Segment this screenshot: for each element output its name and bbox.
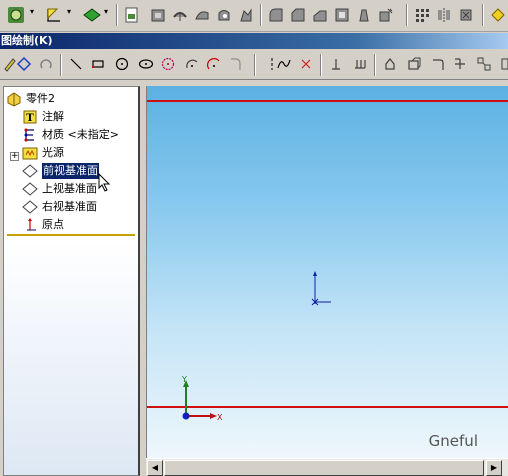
toolbar-overflow-icon[interactable]	[496, 54, 508, 74]
tree-item-label: 光源	[42, 146, 64, 159]
relation-icon[interactable]	[326, 54, 346, 74]
display-relations-icon[interactable]	[350, 54, 370, 74]
plane-icon	[22, 182, 38, 196]
chevron-down-icon[interactable]: ▾	[30, 8, 34, 16]
tree-root-label: 零件2	[26, 92, 55, 105]
plane-icon	[22, 164, 38, 178]
line-icon[interactable]	[66, 54, 86, 74]
window-title: 图绘制(K)	[0, 33, 508, 49]
smart-dimension-icon[interactable]	[14, 54, 34, 74]
svg-text:T: T	[26, 113, 34, 124]
material-icon	[24, 128, 34, 142]
convert-icon[interactable]	[404, 54, 424, 74]
lighting-icon	[22, 147, 38, 160]
arc-icon[interactable]	[182, 54, 202, 74]
scroll-thumb[interactable]	[164, 460, 484, 476]
tree-item-label: 注解	[42, 110, 64, 123]
cut-icon[interactable]	[236, 5, 256, 25]
tree-rollback-bar[interactable]	[7, 234, 135, 236]
sketch-toolbar	[0, 50, 508, 80]
feature-manager-tree: 零件2 T 注解 材质 <未指定> + 光源 前视基准面 上视基准面 右视基准面	[3, 86, 140, 476]
scroll-left-button[interactable]: ◀	[147, 460, 163, 476]
tree-item-label: 上视基准面	[42, 182, 97, 195]
tangent-arc-icon[interactable]	[204, 54, 224, 74]
application-window: ▾ ▾ ▾ 图绘制(K) 零件2 T 注解 材质 <未指定> + 光源 前视基准…	[0, 0, 508, 476]
horizontal-scrollbar[interactable]: ◀ ▶	[146, 458, 508, 476]
revolve-icon[interactable]	[170, 5, 190, 25]
tree-item-label: 右视基准面	[42, 200, 97, 213]
more-icon[interactable]	[488, 5, 508, 25]
ellipse-icon[interactable]	[136, 54, 156, 74]
part-icon	[7, 92, 21, 107]
mirror-entities-icon[interactable]	[428, 54, 448, 74]
shell-icon[interactable]	[332, 5, 352, 25]
polygon-icon[interactable]	[158, 54, 178, 74]
mirror-icon[interactable]	[434, 5, 454, 25]
hole-icon[interactable]	[376, 5, 396, 25]
trim-icon[interactable]	[296, 54, 316, 74]
loft-icon[interactable]	[214, 5, 234, 25]
chevron-down-icon[interactable]: ▾	[67, 8, 71, 16]
extrude-icon[interactable]	[148, 5, 168, 25]
graphics-viewport[interactable]: Y X Gneful	[146, 86, 508, 458]
view-dropdown-icon[interactable]	[82, 5, 102, 25]
select-dropdown-icon[interactable]	[44, 5, 64, 25]
draft-icon[interactable]	[354, 5, 374, 25]
tree-item-label: 原点	[42, 218, 64, 231]
grid-icon[interactable]	[474, 54, 494, 74]
feature-icon[interactable]	[456, 5, 476, 25]
plane-icon	[22, 200, 38, 214]
pattern-icon[interactable]	[412, 5, 432, 25]
annotation-icon: T	[23, 110, 37, 124]
chevron-down-icon[interactable]: ▾	[104, 8, 108, 16]
scroll-right-button[interactable]: ▶	[486, 460, 502, 476]
tree-item-label: 前视基准面	[42, 163, 99, 179]
circle-icon[interactable]	[112, 54, 132, 74]
plane-edge-top	[147, 100, 508, 102]
watermark: Gneful	[428, 432, 478, 450]
spline-icon[interactable]	[274, 54, 294, 74]
rib-icon[interactable]	[310, 5, 330, 25]
rectangle-icon[interactable]	[88, 54, 108, 74]
triad-x-label: X	[217, 413, 223, 422]
axis-triad-icon: Y X	[181, 375, 223, 422]
fillet-icon[interactable]	[266, 5, 286, 25]
part-dropdown-icon[interactable]	[6, 5, 26, 25]
fix-icon[interactable]	[450, 54, 470, 74]
sweep-icon[interactable]	[192, 5, 212, 25]
top-toolbar: ▾ ▾ ▾	[0, 0, 508, 32]
new-document-icon[interactable]	[122, 5, 142, 25]
mouse-cursor-icon	[98, 173, 111, 192]
chamfer-icon[interactable]	[288, 5, 308, 25]
rotate-icon[interactable]	[36, 54, 56, 74]
tree-item-label: 材质 <未指定>	[42, 128, 119, 141]
origin-marker-icon	[311, 271, 331, 306]
triad-y-label: Y	[181, 375, 187, 384]
expand-lighting-button[interactable]: +	[10, 152, 19, 161]
centerline-icon[interactable]	[226, 54, 246, 74]
origin-icon	[27, 218, 36, 231]
offset-icon[interactable]	[380, 54, 400, 74]
